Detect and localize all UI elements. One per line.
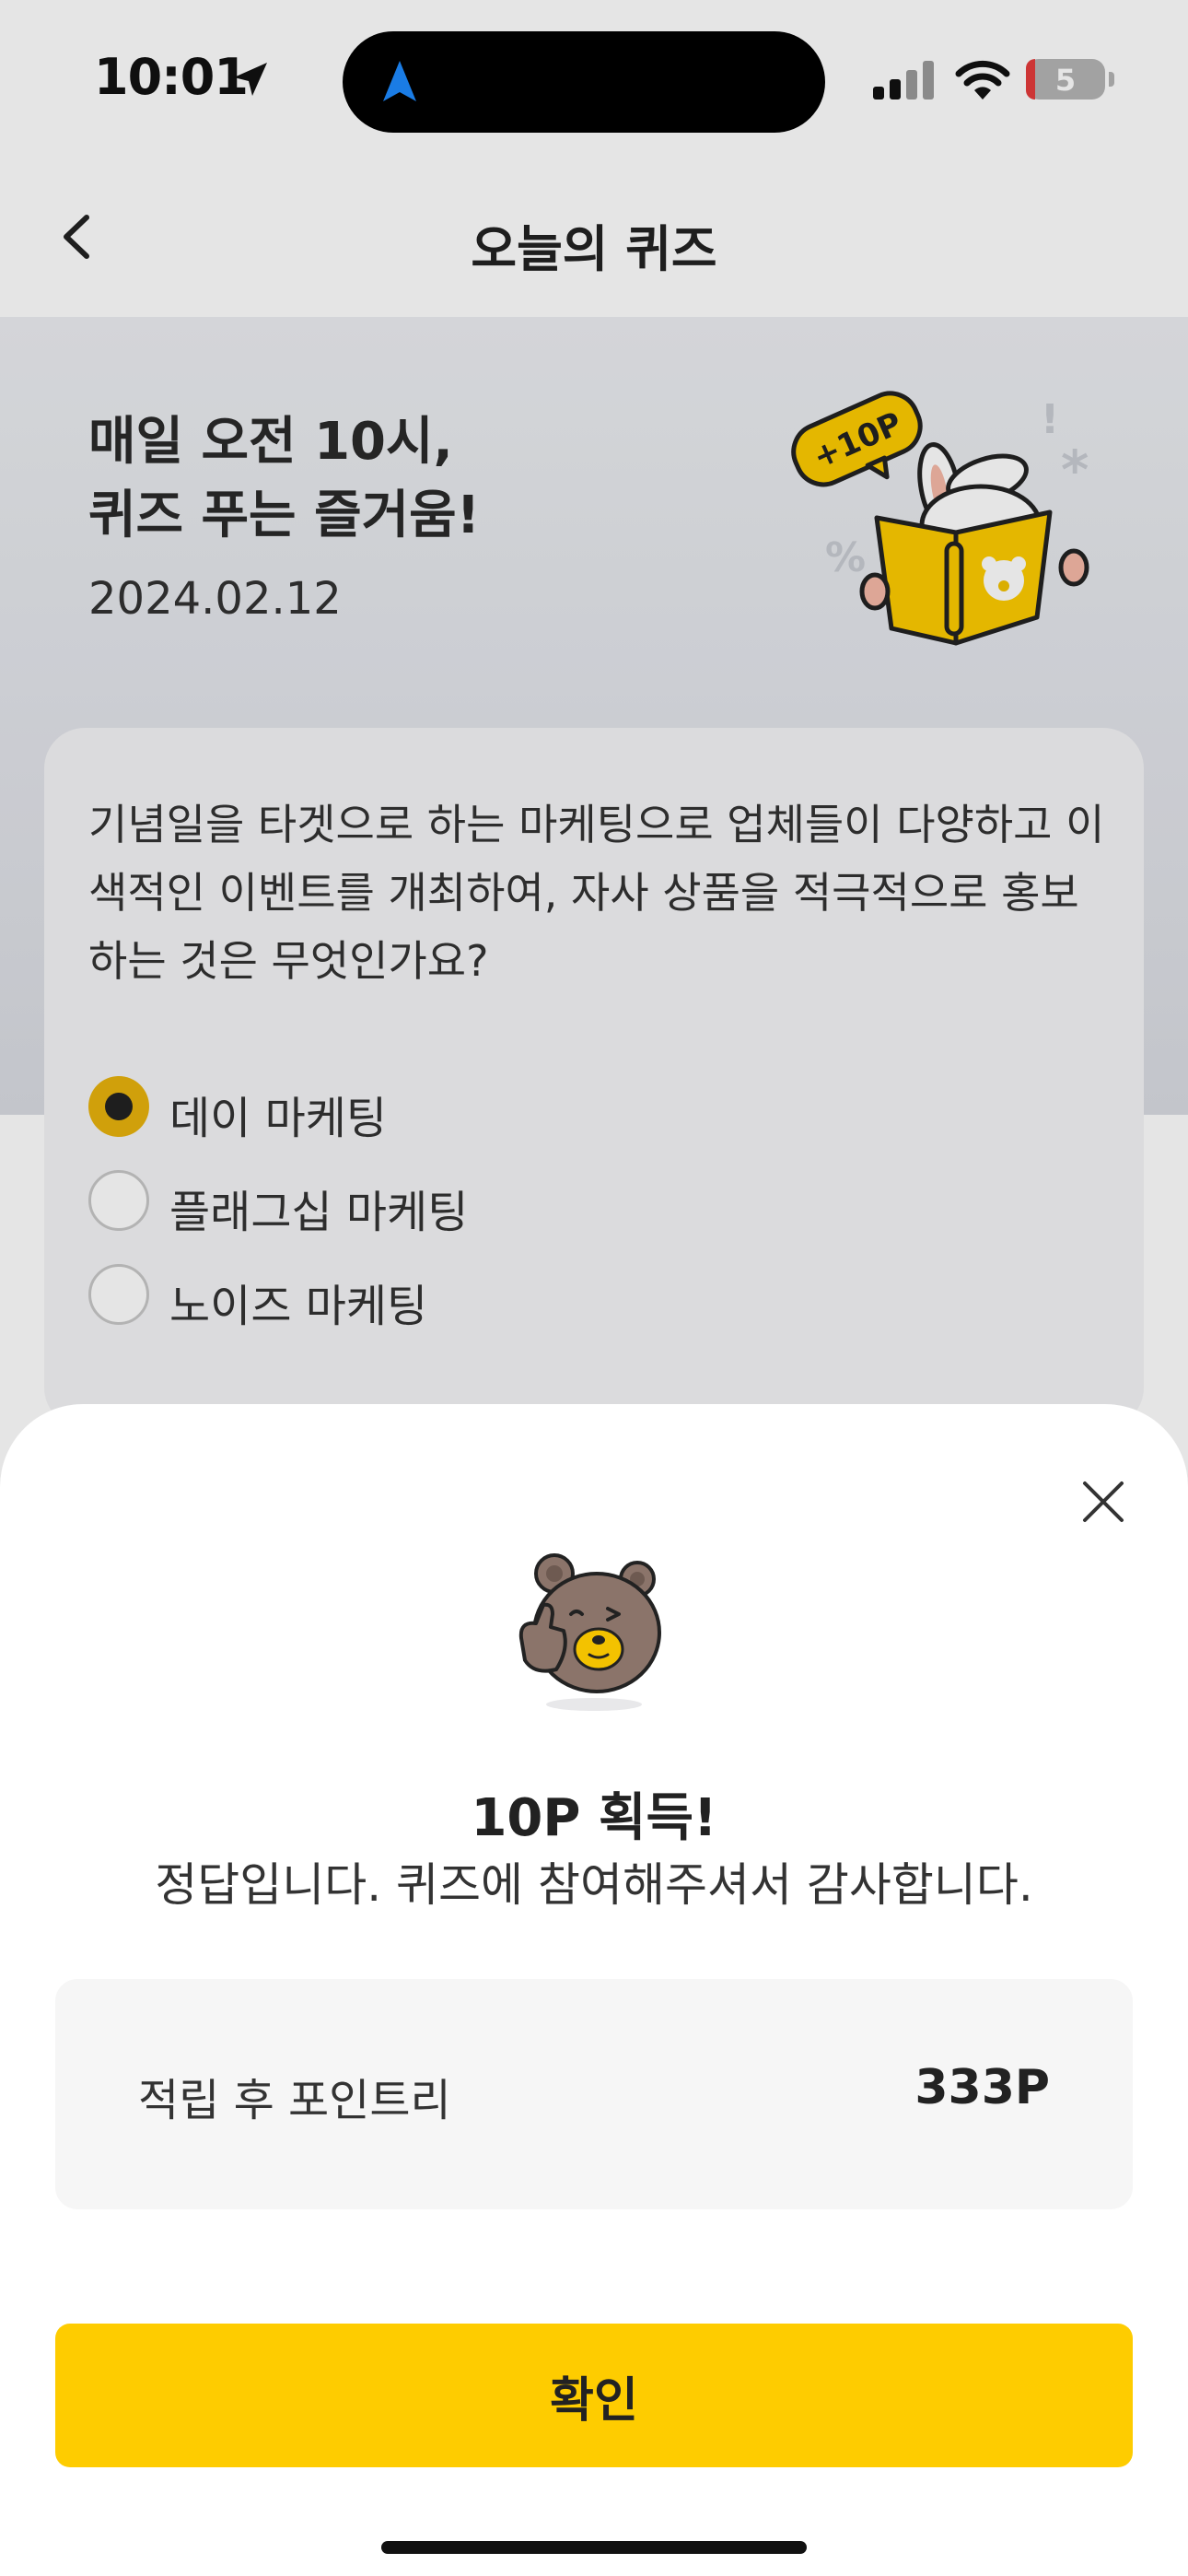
close-icon[interactable] xyxy=(1077,1476,1129,1528)
points-label: 적립 후 포인트리 xyxy=(138,2075,451,2126)
confirm-button[interactable]: 확인 xyxy=(55,2324,1133,2467)
reward-message: 정답입니다. 퀴즈에 참여해주셔서 감사합니다. xyxy=(155,1858,1033,1912)
points-value: 333P xyxy=(914,2060,1050,2115)
reward-title: 10P 획득! xyxy=(471,1788,717,1848)
bear-thumbs-up-illustration xyxy=(518,1553,661,1711)
home-indicator[interactable] xyxy=(381,2541,807,2554)
